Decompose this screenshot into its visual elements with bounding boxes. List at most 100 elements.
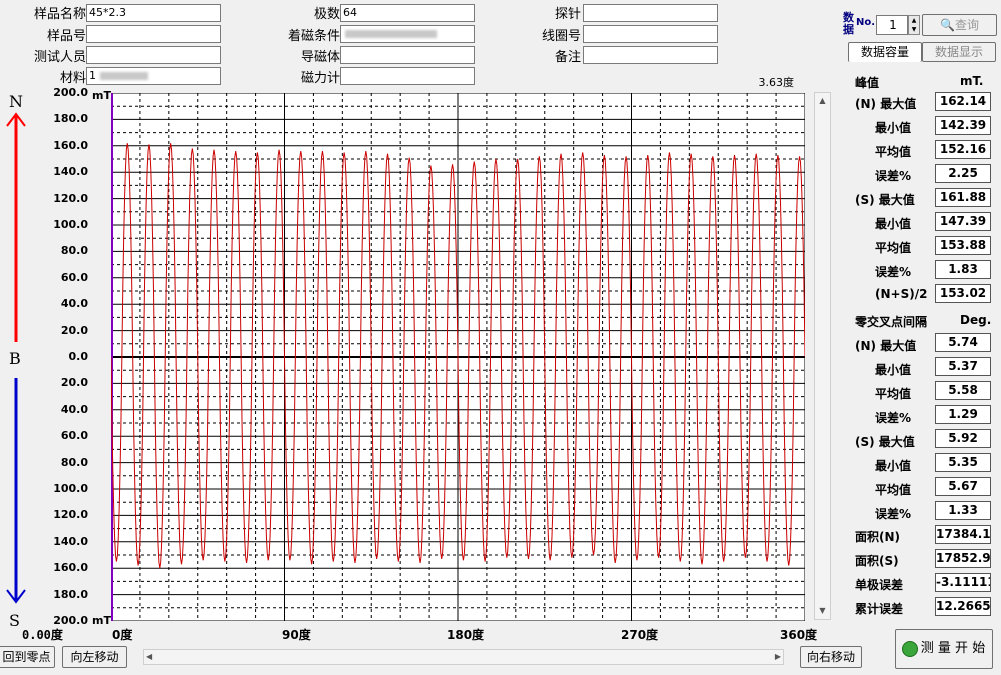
x-tick-0: 0度 bbox=[112, 628, 133, 642]
y-tick-label: 80.0 bbox=[60, 244, 88, 258]
probe-field[interactable] bbox=[583, 4, 718, 22]
x-tick-90: 90度 bbox=[282, 628, 311, 642]
y-tick-label: 40.0 bbox=[60, 297, 88, 311]
peak-title: 峰值 bbox=[855, 76, 880, 90]
return-to-zero-button[interactable]: 回到零点 bbox=[0, 646, 55, 668]
y-tick-label: 160.0 bbox=[53, 561, 88, 575]
n-avg-value: 152.16 bbox=[935, 140, 991, 159]
n-max-value: 162.14 bbox=[935, 92, 991, 111]
y-tick-label: 180.0 bbox=[53, 112, 88, 126]
zero-degree-readout: 0.00度 bbox=[22, 628, 63, 642]
data-label: 数据 bbox=[843, 11, 854, 36]
sample-no-label: 样品号 bbox=[46, 29, 86, 44]
y-unit-top: mT bbox=[92, 89, 111, 102]
move-left-button[interactable]: 向左移动 bbox=[62, 646, 127, 668]
conductor-field[interactable] bbox=[340, 46, 475, 64]
magnetize-label: 着磁条件 bbox=[287, 29, 340, 44]
tester-field[interactable] bbox=[86, 46, 221, 64]
zs-max-label: (S) 最大值 bbox=[855, 435, 915, 449]
sample-name-field[interactable]: 45*2.3 bbox=[86, 4, 221, 22]
y-tick-label: 40.0 bbox=[60, 402, 88, 416]
y-tick-label: 120.0 bbox=[53, 508, 88, 522]
redacted-blur bbox=[345, 30, 437, 38]
n-min-label: 最小值 bbox=[875, 121, 912, 135]
angle-readout: 3.63度 bbox=[758, 76, 795, 89]
x-tick-180: 180度 bbox=[447, 628, 485, 642]
magnetometer-label: 磁力计 bbox=[300, 71, 340, 86]
play-icon bbox=[902, 641, 918, 657]
y-tick-label: 160.0 bbox=[53, 138, 88, 152]
tester-label: 测试人员 bbox=[33, 50, 86, 65]
no-label: No. bbox=[856, 17, 876, 28]
area-n-label: 面积(N) bbox=[855, 530, 901, 544]
zn-avg-value: 5.58 bbox=[935, 381, 991, 400]
data-number-input[interactable]: 1 bbox=[876, 15, 908, 35]
cum-err-value: 12.26657 bbox=[935, 597, 991, 616]
s-err-label: 误差% bbox=[875, 265, 912, 279]
s-err-value: 1.83 bbox=[935, 260, 991, 279]
tab-data-capacity[interactable]: 数据容量 bbox=[848, 42, 922, 62]
y-tick-label: 20.0 bbox=[60, 323, 88, 337]
y-tick-label: 60.0 bbox=[60, 270, 88, 284]
spin-up-icon[interactable]: ▲ bbox=[909, 16, 919, 25]
y-tick-label: 80.0 bbox=[60, 455, 88, 469]
single-err-label: 单极误差 bbox=[855, 578, 904, 592]
n-min-value: 142.39 bbox=[935, 116, 991, 135]
n-err-value: 2.25 bbox=[935, 164, 991, 183]
number-spinner[interactable]: ▲ ▼ bbox=[908, 15, 920, 35]
start-measure-button[interactable]: 测 量 开 始 bbox=[895, 629, 993, 669]
zs-err-value: 1.33 bbox=[935, 501, 991, 520]
scroll-down-icon[interactable]: ▼ bbox=[815, 603, 830, 619]
horizontal-scrollbar[interactable]: ◀ ▶ bbox=[143, 649, 784, 665]
zn-err-value: 1.29 bbox=[935, 405, 991, 424]
y-tick-label: 140.0 bbox=[53, 534, 88, 548]
remark-label: 备注 bbox=[554, 50, 581, 65]
zn-max-value: 5.74 bbox=[935, 333, 991, 352]
s-avg-label: 平均值 bbox=[875, 241, 912, 255]
sample-no-field[interactable] bbox=[86, 25, 221, 43]
poles-label: 极数 bbox=[313, 7, 340, 22]
material-field[interactable]: 1 bbox=[86, 67, 221, 85]
ns-label: (N+S)/2 bbox=[875, 287, 928, 301]
remark-field[interactable] bbox=[583, 46, 718, 64]
north-label: N bbox=[9, 92, 23, 111]
zn-max-label: (N) 最大值 bbox=[855, 339, 917, 353]
y-tick-label: 100.0 bbox=[53, 218, 88, 231]
chart-vertical-scrollbar[interactable]: ▲ ▼ bbox=[814, 92, 831, 620]
scroll-right-icon[interactable]: ▶ bbox=[775, 650, 781, 664]
probe-label: 探针 bbox=[554, 7, 581, 22]
magnetize-field[interactable] bbox=[340, 25, 475, 43]
scroll-up-icon[interactable]: ▲ bbox=[815, 93, 830, 109]
s-min-value: 147.39 bbox=[935, 212, 991, 231]
y-tick-label: 100.0 bbox=[53, 482, 88, 495]
y-tick-label: 140.0 bbox=[53, 165, 88, 179]
s-max-value: 161.88 bbox=[935, 188, 991, 207]
y-unit-bottom: mT bbox=[92, 614, 111, 627]
x-tick-270: 270度 bbox=[621, 628, 659, 642]
polarity-arrows bbox=[6, 112, 26, 604]
south-label: S bbox=[9, 611, 20, 630]
magnetometer-field[interactable] bbox=[340, 67, 475, 85]
zn-err-label: 误差% bbox=[875, 411, 912, 425]
wave-chart[interactable] bbox=[111, 93, 805, 621]
y-tick-label: 180.0 bbox=[53, 587, 88, 601]
single-err-value: -3.11111% bbox=[935, 573, 991, 592]
area-s-value: 17852.99 bbox=[935, 549, 991, 568]
scroll-left-icon[interactable]: ◀ bbox=[146, 650, 152, 664]
material-label: 材料 bbox=[59, 71, 86, 86]
y-tick-label: 20.0 bbox=[60, 376, 88, 390]
zs-avg-label: 平均值 bbox=[875, 483, 912, 497]
ns-value: 153.02 bbox=[935, 284, 991, 303]
zn-avg-label: 平均值 bbox=[875, 387, 912, 401]
poles-field[interactable]: 64 bbox=[340, 4, 475, 22]
zn-min-value: 5.37 bbox=[935, 357, 991, 376]
spin-down-icon[interactable]: ▼ bbox=[909, 25, 919, 34]
move-right-button[interactable]: 向右移动 bbox=[800, 646, 862, 668]
n-avg-label: 平均值 bbox=[875, 145, 912, 159]
tab-data-display[interactable]: 数据显示 bbox=[922, 42, 996, 62]
coil-field[interactable] bbox=[583, 25, 718, 43]
zs-max-value: 5.92 bbox=[935, 429, 991, 448]
zn-min-label: 最小值 bbox=[875, 363, 912, 377]
area-s-label: 面积(S) bbox=[855, 554, 899, 568]
query-button[interactable]: 🔍查询 bbox=[922, 14, 997, 36]
